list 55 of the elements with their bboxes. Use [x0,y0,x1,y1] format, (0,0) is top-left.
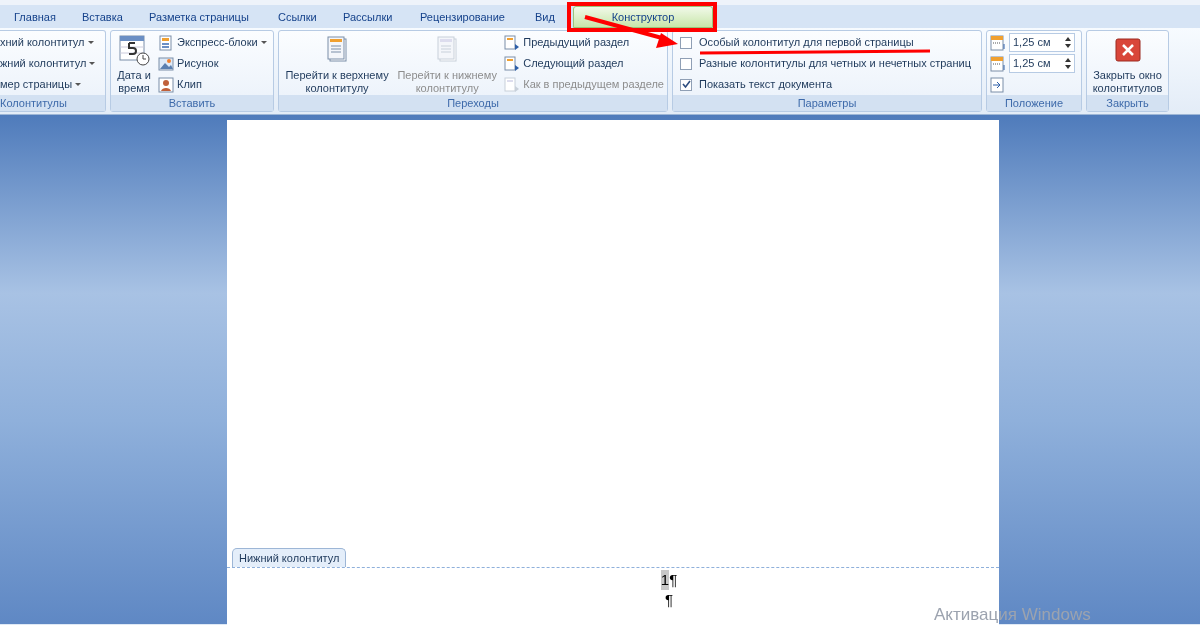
ribbon-tab[interactable]: Разметка страницы [149,6,249,28]
close-header-footer-button[interactable]: Закрыть окно колонтитулов [1090,32,1165,95]
date-time-button[interactable]: Дата и время [114,32,154,95]
group-label: Закрыть [1087,95,1168,111]
menu-button[interactable]: мер страницы [0,74,105,95]
spin-field[interactable]: 1,25 см [1009,33,1075,52]
menu-button[interactable]: хний колонтитул [0,32,105,53]
checkbox[interactable] [680,36,692,49]
calendar-clock-icon [118,34,150,66]
checkbox[interactable] [680,78,692,91]
page-icon [325,35,350,63]
menu-button[interactable]: Экспресс-блоки [158,32,267,53]
group-label: Переходы [279,95,667,111]
header-position-icon [990,34,1006,51]
checkbox-label: Особый колонтитул для первой страницы [699,35,914,51]
caret-icon [87,41,94,44]
checkbox[interactable] [680,57,692,70]
picture-icon [158,55,174,72]
menu-button[interactable]: Клип [158,74,267,95]
section-icon [504,34,521,51]
clip-art-icon [158,76,174,93]
ribbon-tab[interactable]: Главная [14,6,56,28]
page-icon [435,35,460,63]
ribbon-tab[interactable]: Вид [535,6,555,28]
ribbon-tab[interactable]: Вставка [82,6,123,28]
page-number-field: 1 [660,570,670,590]
group-label: Колонтитулы [0,95,105,111]
group-label: Вставить [111,95,273,111]
menu-button[interactable]: Рисунок [158,53,267,74]
caret-icon [260,41,267,44]
checkbox-label: Разные колонтитулы для четных и нечетных страниц [699,56,971,72]
group-label: Параметры [673,95,981,111]
caret-icon [89,62,96,65]
paragraph-mark: ¶ [669,570,678,590]
navigation-button[interactable]: Перейти к верхнему колонтитулу [282,32,393,95]
spin-arrows-icon[interactable] [1065,57,1071,70]
spin-arrows-icon[interactable] [1065,36,1071,49]
footer-position-icon [990,55,1006,72]
caret-icon [75,83,82,86]
ribbon-tab[interactable]: Рецензирование [420,6,505,28]
menu-button[interactable]: жний колонтитул [0,53,105,74]
insert-alignment-tab-icon [990,76,1006,93]
ribbon-tab[interactable]: Конструктор [573,6,713,28]
close-icon [1114,38,1141,62]
menu-button[interactable]: Предыдущий раздел [504,32,630,53]
ribbon-tab[interactable]: Рассылки [343,6,393,28]
spin-field[interactable]: 1,25 см [1009,54,1075,73]
paragraph-mark: ¶ [664,590,674,610]
checkbox-label: Показать текст документа [699,77,832,93]
blocks-icon [158,34,174,51]
section-icon [504,55,521,72]
group-label: Положение [987,95,1081,111]
footer-tab-label: Нижний колонтитул [232,548,347,567]
menu-button[interactable]: Следующий раздел [504,53,624,74]
ribbon-tab[interactable]: Ссылки [278,6,317,28]
